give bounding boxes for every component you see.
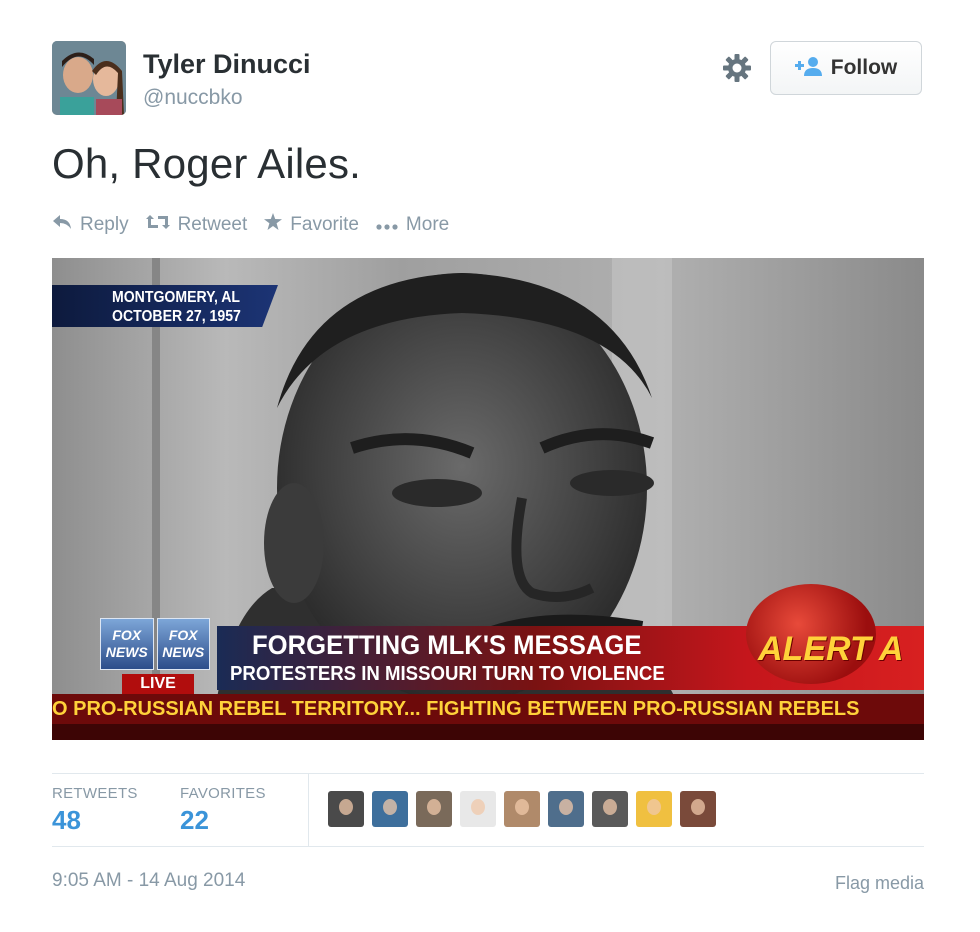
news-headline: FORGETTING MLK'S MESSAGE [252, 630, 642, 660]
tweet-timestamp[interactable]: 9:05 AM - 14 Aug 2014 [52, 870, 245, 892]
favorites-label: FAVORITES [180, 785, 266, 802]
star-icon [264, 213, 283, 236]
favoriter-avatar[interactable] [680, 791, 716, 827]
reply-label: Reply [80, 213, 129, 235]
favorite-label: Favorite [290, 213, 359, 235]
favoriter-avatar[interactable] [460, 791, 496, 827]
stats-top-divider [52, 773, 924, 774]
fox-logo-box-2: FOX NEWS [156, 618, 210, 670]
more-action[interactable]: More [376, 213, 449, 236]
fox-news-logo: FOX NEWS FOX NEWS [100, 618, 210, 670]
follow-button[interactable]: Follow [770, 41, 922, 95]
favoriter-avatar[interactable] [328, 791, 364, 827]
live-badge: LIVE [122, 674, 194, 694]
retweet-icon [145, 214, 170, 236]
fox-logo-line1-b: FOX [168, 627, 198, 643]
news-subheadline: PROTESTERS IN MISSOURI TURN TO VIOLENCE [230, 663, 665, 685]
avatar-photo [52, 41, 126, 115]
follow-label: Follow [830, 56, 898, 79]
reply-icon [52, 214, 72, 236]
gear-icon[interactable] [720, 51, 754, 85]
tweet-text: Oh, Roger Ailes. [52, 140, 362, 187]
retweet-action[interactable]: Retweet [145, 213, 248, 236]
stats-bottom-divider [52, 846, 924, 847]
favoriter-avatar[interactable] [636, 791, 672, 827]
fox-logo-line2-b: NEWS [162, 644, 205, 660]
tweet-actions: Reply Retweet Favorite More [52, 213, 449, 236]
location-caption: MONTGOMERY, AL OCTOBER 27, 1957 [112, 288, 241, 326]
fox-logo-box: FOX NEWS [100, 618, 154, 670]
location-line2: OCTOBER 27, 1957 [112, 308, 241, 325]
user-handle[interactable]: @nuccbko [143, 86, 243, 110]
favoriter-avatar[interactable] [548, 791, 584, 827]
ellipsis-icon [376, 214, 398, 236]
favorite-action[interactable]: Favorite [264, 213, 359, 236]
more-label: More [405, 213, 450, 235]
fox-logo-line2: NEWS [105, 644, 148, 660]
retweets-count[interactable]: 48 [52, 805, 81, 836]
news-ticker: O PRO-RUSSIAN REBEL TERRITORY... FIGHTIN… [52, 694, 924, 724]
user-avatar[interactable] [52, 41, 126, 115]
favoriter-avatar[interactable] [372, 791, 408, 827]
retweet-label: Retweet [177, 213, 248, 235]
fox-logo-line1: FOX [112, 627, 142, 643]
tweet-media[interactable]: MONTGOMERY, AL OCTOBER 27, 1957 ALERT A … [52, 258, 924, 740]
ticker-bottom-bar [52, 724, 924, 740]
favoriter-avatars [328, 791, 716, 827]
favorites-count[interactable]: 22 [180, 805, 209, 836]
user-name[interactable]: Tyler Dinucci [143, 49, 311, 80]
alert-text: ALERT A [758, 630, 904, 668]
reply-action[interactable]: Reply [52, 213, 129, 236]
favoriter-avatar[interactable] [416, 791, 452, 827]
location-line1: MONTGOMERY, AL [112, 289, 241, 306]
add-person-icon [794, 56, 823, 81]
stats-vertical-divider [308, 774, 309, 846]
flag-media-link[interactable]: Flag media [835, 873, 924, 894]
ticker-text: O PRO-RUSSIAN REBEL TERRITORY... FIGHTIN… [52, 698, 860, 720]
favoriter-avatar[interactable] [504, 791, 540, 827]
retweets-label: RETWEETS [52, 785, 138, 802]
favoriter-avatar[interactable] [592, 791, 628, 827]
